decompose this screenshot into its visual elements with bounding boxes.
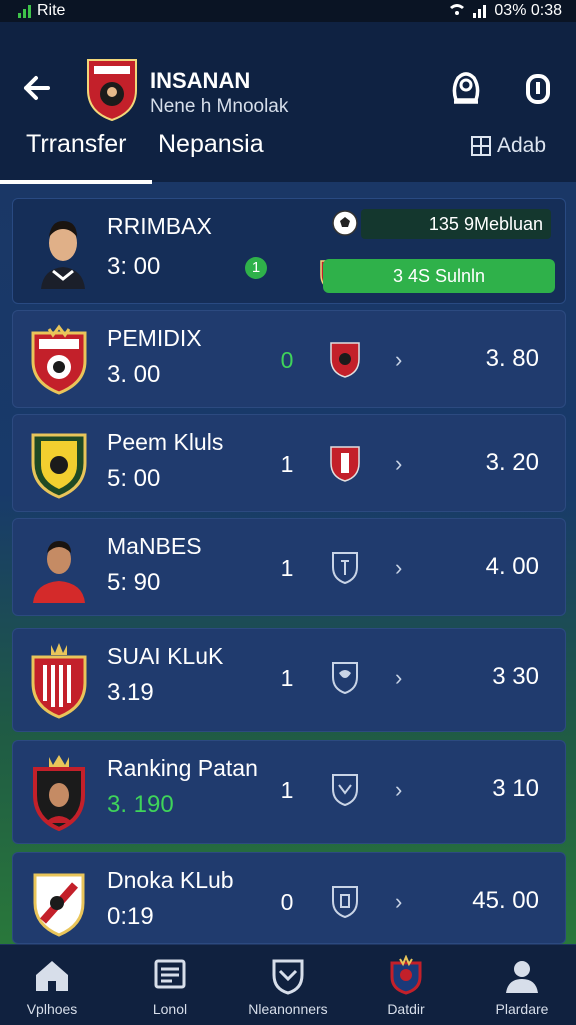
nav-item-managers[interactable]: Nleanonners (240, 945, 336, 1025)
club-crest-icon (27, 427, 91, 499)
chevron-right-icon: › (395, 777, 403, 802)
soccer-ball-icon (331, 209, 359, 242)
player-value: 5: 00 (107, 465, 161, 492)
player-value: 3: 00 (107, 253, 161, 280)
player-row[interactable]: Dnoka KLub 0:19 0 › 45. 00 (12, 852, 566, 944)
chevron-right-icon: › (395, 889, 403, 914)
player-price: 3 30 (492, 663, 539, 690)
player-name: Peem Kluls (107, 429, 224, 455)
shield-icon (329, 549, 361, 587)
club-badge-icon (329, 341, 361, 379)
nav-item-profile[interactable]: Plardare (474, 945, 570, 1025)
shield-icon (329, 771, 361, 809)
profile-button[interactable] (446, 68, 486, 108)
team-subtitle: Nene h Mnoolak (150, 96, 289, 117)
player-name: PEMIDIX (107, 325, 202, 351)
grid-icon (470, 136, 491, 156)
nav-label: Lonol (152, 1001, 188, 1017)
player-row[interactable]: PEMIDIX 3. 00 0 › 3. 80 (12, 310, 566, 408)
player-name: RRIMBAX (107, 213, 212, 239)
player-avatar (27, 531, 91, 603)
player-count: 0 (280, 889, 294, 915)
player-price: 3 10 (492, 775, 539, 802)
notification-button[interactable] (518, 68, 558, 108)
player-name: Dnoka KLub (107, 867, 234, 893)
player-price: 4. 00 (485, 553, 539, 580)
team-crest (86, 56, 138, 122)
player-value: 3. 00 (107, 361, 161, 388)
player-value: 3. 190 (107, 791, 174, 818)
status-left-text: Rite (37, 2, 66, 19)
stat-bar-2: 3 4S Sulnln (323, 259, 555, 293)
player-name: SUAI KLuK (107, 643, 224, 669)
player-price: 3. 20 (485, 449, 539, 476)
shield-icon (329, 659, 361, 697)
add-button[interactable]: Adab (470, 134, 546, 158)
player-price: 45. 00 (472, 887, 539, 914)
chevron-right-icon: › (395, 451, 403, 476)
club-crest-icon (27, 753, 91, 832)
chevron-right-icon: › (395, 665, 403, 690)
nav-label: Plardare (495, 1001, 549, 1017)
shield-icon (272, 959, 304, 995)
nav-label: Nleanonners (248, 1001, 328, 1017)
club-crest-icon (27, 323, 91, 395)
shield-icon (329, 883, 361, 921)
signal-icon (18, 4, 31, 18)
nav-label: Vplhoes (26, 1001, 78, 1017)
nav-item-home[interactable]: Vplhoes (4, 945, 100, 1025)
player-avatar (31, 209, 95, 289)
player-row[interactable]: Peem Kluls 5: 00 1 › 3. 20 (12, 414, 566, 512)
club-crest-icon (390, 955, 422, 995)
chevron-right-icon: › (395, 347, 403, 372)
player-count: 0 (280, 347, 294, 373)
player-row[interactable]: Ranking Patan 3. 190 1 › 3 10 (12, 740, 566, 844)
status-right-text: 03% 0:38 (494, 2, 562, 19)
club-crest-icon (27, 865, 91, 937)
player-value: 0:19 (107, 903, 154, 930)
club-crest-icon (27, 641, 91, 719)
tab-indicator (0, 180, 152, 184)
team-name: INSANAN (150, 68, 251, 93)
bottom-nav: Vplhoes Lonol Nleanonners Datdir Plardar… (0, 944, 576, 1025)
club-badge-icon (329, 445, 361, 483)
signal-icon-right (473, 4, 487, 18)
nav-label: Datdir (387, 1001, 425, 1017)
nav-item-club[interactable]: Datdir (358, 945, 454, 1025)
count-badge: 1 (245, 257, 267, 279)
player-row[interactable]: MaNBES 5: 90 1 › 4. 00 (12, 518, 566, 616)
lock-icon (526, 74, 550, 104)
wifi-icon (449, 2, 465, 21)
chevron-right-icon: › (395, 555, 403, 580)
back-button[interactable] (18, 68, 58, 108)
user-icon (452, 72, 480, 104)
player-row-featured[interactable]: RRIMBAX 3: 00 1 135 9Mebluan 3 4S Sulnln (12, 198, 566, 304)
player-count: 1 (280, 777, 294, 803)
player-count: 1 (280, 555, 294, 581)
home-icon (36, 961, 68, 991)
tab-transfer[interactable]: Trransfer (26, 130, 126, 159)
list-icon (154, 959, 186, 989)
player-name: MaNBES (107, 533, 202, 559)
stat-bar-1: 135 9Mebluan (361, 209, 551, 239)
player-row[interactable]: SUAI KLuK 3.19 1 › 3 30 (12, 628, 566, 732)
user-icon (506, 961, 538, 993)
status-bar: Rite 03% 0:38 (0, 0, 576, 22)
player-count: 1 (280, 451, 294, 477)
player-count: 1 (280, 665, 294, 691)
nav-item-list[interactable]: Lonol (122, 945, 218, 1025)
player-price: 3. 80 (485, 345, 539, 372)
tab-nepansia[interactable]: Nepansia (158, 130, 264, 159)
player-value: 3.19 (107, 679, 154, 706)
arrow-left-icon (24, 76, 50, 100)
player-value: 5: 90 (107, 569, 161, 596)
add-label: Adab (496, 134, 546, 157)
player-name: Ranking Patan (107, 755, 258, 781)
